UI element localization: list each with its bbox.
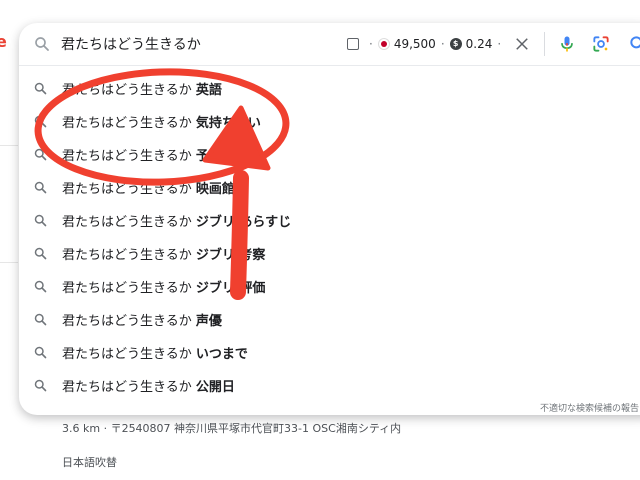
suggestion-list: 君たちはどう生きるか 英語 君たちはどう生きるか 気持ち悪い 君たちはどう生きるか … [19,72,640,402]
search-icon [34,82,47,95]
suggestion-suffix: 英語 [195,83,222,98]
search-icon [34,247,47,260]
search-divider [544,32,545,56]
suggestion-suffix: 声優 [195,314,222,329]
search-icon [34,280,47,293]
suggestion-prefix: 君たちはどう生きるか [62,116,192,131]
search-volume-value: 49,500 [393,37,436,51]
suggestion-text: 君たちはどう生きるか ジブリ 考察 [62,244,265,263]
suggestion-text: 君たちはどう生きるか 映画館 [62,178,235,197]
suggestion-suffix: ジブリ 考察 [195,248,266,263]
search-input[interactable]: 君たちはどう生きるか [61,34,201,54]
google-lens-icon[interactable] [591,34,611,54]
suggestion-text: 君たちはどう生きるか 英語 [62,79,222,98]
suggestion-item[interactable]: 君たちはどう生きるか いつまで [19,336,640,369]
suggestion-prefix: 君たちはどう生きるか [62,149,192,164]
suggestion-text: 君たちはどう生きるか 声優 [62,310,222,329]
japan-flag-icon [377,38,390,50]
suggestion-text: 君たちはどう生きるか 予告 [62,145,222,164]
suggestion-text: 君たちはどう生きるか いつまで [62,343,248,362]
extension-stats: · 49,500 · $ 0.24 · [347,35,506,53]
dollar-icon: $ [449,38,462,50]
search-icon [34,181,47,194]
suggestion-prefix: 君たちはどう生きるか [62,248,192,263]
suggestion-text: 君たちはどう生きるか 公開日 [62,376,235,395]
suggestion-prefix: 君たちはどう生きるか [62,83,192,98]
search-icon [35,37,49,51]
suggestion-text: 君たちはどう生きるか ジブリ あらすじ [62,211,291,230]
search-box[interactable]: 君たちはどう生きるか · 49,500 · $ 0.24 · [19,23,640,66]
suggestion-suffix: 気持ち悪い [195,116,261,131]
suggestion-item[interactable]: 君たちはどう生きるか 予告 [19,138,640,171]
suggestion-item[interactable]: 君たちはどう生きるか ジブリ 評価 [19,270,640,303]
suggestion-item[interactable]: 君たちはどう生きるか 気持ち悪い [19,105,640,138]
suggestion-item[interactable]: 君たちはどう生きるか 英語 [19,72,640,105]
suggestion-text: 君たちはどう生きるか 気持ち悪い [62,112,261,131]
suggestion-item[interactable]: 君たちはどう生きるか 映画館 [19,171,640,204]
suggestion-suffix: いつまで [195,347,248,362]
search-autocomplete-panel: 君たちはどう生きるか · 49,500 · $ 0.24 · 君たちはどう生きる… [19,23,640,415]
search-icon [34,313,47,326]
background-language: 日本語吹替 [62,456,117,469]
search-icon [34,214,47,227]
microphone-icon[interactable] [557,34,577,54]
background-divider [0,262,18,263]
report-suggestions-link[interactable]: 不適切な検索候補の報告 [540,401,639,414]
close-icon[interactable] [513,35,531,53]
suggestion-item[interactable]: 君たちはどう生きるか ジブリ あらすじ [19,204,640,237]
suggestion-prefix: 君たちはどう生きるか [62,281,192,296]
suggestion-suffix: 予告 [195,149,222,164]
suggestion-suffix: 公開日 [195,380,235,395]
search-icon [34,148,47,161]
suggestion-item[interactable]: 君たちはどう生きるか ジブリ 考察 [19,237,640,270]
google-logo-fragment: e [0,32,7,51]
suggestion-prefix: 君たちはどう生きるか [62,314,192,329]
suggestion-prefix: 君たちはどう生きるか [62,347,192,362]
suggestion-text: 君たちはどう生きるか ジブリ 評価 [62,277,265,296]
search-icon [34,346,47,359]
background-divider [0,145,18,146]
search-icon [34,379,47,392]
cpc-value: 0.24 [465,37,493,51]
suggestion-prefix: 君たちはどう生きるか [62,182,192,197]
extension-checkbox[interactable] [347,38,359,50]
suggestion-suffix: ジブリ あらすじ [195,215,292,230]
background-address: 3.6 km · 〒2540807 神奈川県平塚市代官町33-1 OSC湘南シテ… [62,422,402,435]
search-icon [34,115,47,128]
suggestion-suffix: 映画館 [195,182,235,197]
suggestion-item[interactable]: 君たちはどう生きるか 声優 [19,303,640,336]
suggestion-suffix: ジブリ 評価 [195,281,266,296]
search-submit-icon[interactable] [628,34,640,54]
suggestion-prefix: 君たちはどう生きるか [62,380,192,395]
suggestion-prefix: 君たちはどう生きるか [62,215,192,230]
suggestion-item[interactable]: 君たちはどう生きるか 公開日 [19,369,640,402]
